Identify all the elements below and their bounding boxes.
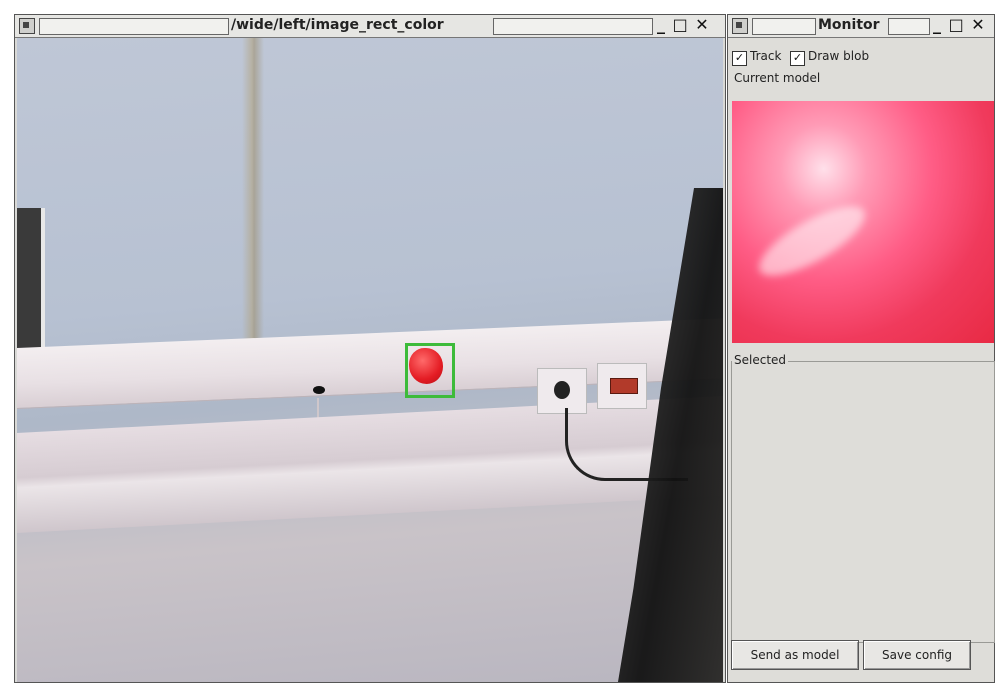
window-controls[interactable]: _ □ ✕ bbox=[933, 15, 986, 34]
save-config-button[interactable]: Save config bbox=[863, 640, 971, 670]
plug-icon bbox=[554, 381, 570, 399]
titlebar-drag-right bbox=[493, 18, 653, 35]
tracking-bounding-box bbox=[405, 343, 455, 398]
send-as-model-button[interactable]: Send as model bbox=[731, 640, 859, 670]
monitor-window-titlebar[interactable]: Monitor _ □ ✕ bbox=[728, 15, 994, 38]
wall-switch bbox=[597, 363, 647, 409]
wall-screw bbox=[313, 386, 325, 394]
monitor-window-title: Monitor bbox=[818, 17, 880, 33]
titlebar-drag-left bbox=[39, 18, 229, 35]
switch-indicator bbox=[610, 378, 638, 394]
current-model-label: Current model bbox=[732, 71, 823, 85]
draw-blob-checkbox[interactable]: ✓ bbox=[790, 51, 805, 66]
selected-label: Selected bbox=[732, 353, 789, 367]
image-window-titlebar[interactable]: /wide/left/image_rect_color _ □ ✕ bbox=[15, 15, 725, 38]
image-window-title: /wide/left/image_rect_color bbox=[231, 17, 444, 33]
window-menu-icon[interactable] bbox=[732, 18, 748, 34]
current-model-image bbox=[732, 101, 994, 343]
draw-blob-label: Draw blob bbox=[808, 49, 870, 63]
window-controls[interactable]: _ □ ✕ bbox=[657, 15, 710, 34]
model-highlight bbox=[750, 193, 874, 289]
track-label: Track bbox=[750, 49, 782, 63]
track-checkbox[interactable]: ✓ bbox=[732, 51, 747, 66]
selected-panel bbox=[731, 361, 995, 643]
titlebar-drag-left bbox=[752, 18, 816, 35]
titlebar-drag-right bbox=[888, 18, 930, 35]
window-menu-icon[interactable] bbox=[19, 18, 35, 34]
camera-image[interactable] bbox=[17, 38, 723, 682]
image-window: /wide/left/image_rect_color _ □ ✕ bbox=[14, 14, 726, 683]
wall-crack bbox=[242, 38, 264, 388]
monitor-window: Monitor _ □ ✕ ✓ Track ✓ Draw blob Curren… bbox=[727, 14, 995, 683]
